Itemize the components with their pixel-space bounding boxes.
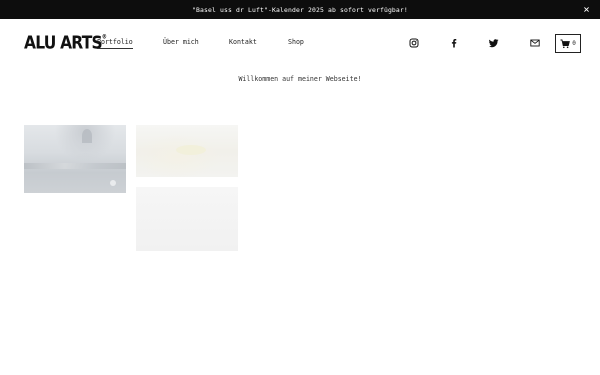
close-icon[interactable] [580, 3, 592, 15]
twitter-icon[interactable] [489, 38, 499, 48]
image-detail [24, 163, 126, 169]
nav-link-portfolio[interactable]: Portfolio [97, 38, 133, 49]
cart-icon [560, 34, 571, 53]
cart-button[interactable]: 0 [555, 34, 581, 53]
site-header: ALU ARTS® Portfolio Über mich Kontakt Sh… [0, 19, 600, 69]
image-detail [176, 145, 206, 155]
logo-text: ALU ARTS [24, 32, 103, 54]
announcement-bar: "Basel uss dr Luft"-Kalender 2025 ab sof… [0, 0, 600, 19]
announcement-text[interactable]: "Basel uss dr Luft"-Kalender 2025 ab sof… [192, 6, 408, 14]
site-logo[interactable]: ALU ARTS® [24, 33, 107, 56]
cart-count: 0 [572, 40, 576, 47]
instagram-icon[interactable] [409, 38, 419, 48]
image-detail [82, 129, 92, 143]
gallery-image-1[interactable] [24, 125, 126, 193]
mail-icon[interactable] [530, 38, 540, 48]
facebook-icon[interactable] [449, 38, 459, 48]
image-detail [110, 180, 116, 186]
nav-link-shop[interactable]: Shop [288, 38, 304, 46]
nav-link-contact[interactable]: Kontakt [229, 38, 257, 46]
nav-link-about[interactable]: Über mich [163, 38, 199, 46]
gallery-image-2[interactable] [136, 125, 238, 177]
welcome-text: Willkommen auf meiner Webseite! [238, 75, 362, 83]
gallery-image-3[interactable] [136, 187, 238, 251]
